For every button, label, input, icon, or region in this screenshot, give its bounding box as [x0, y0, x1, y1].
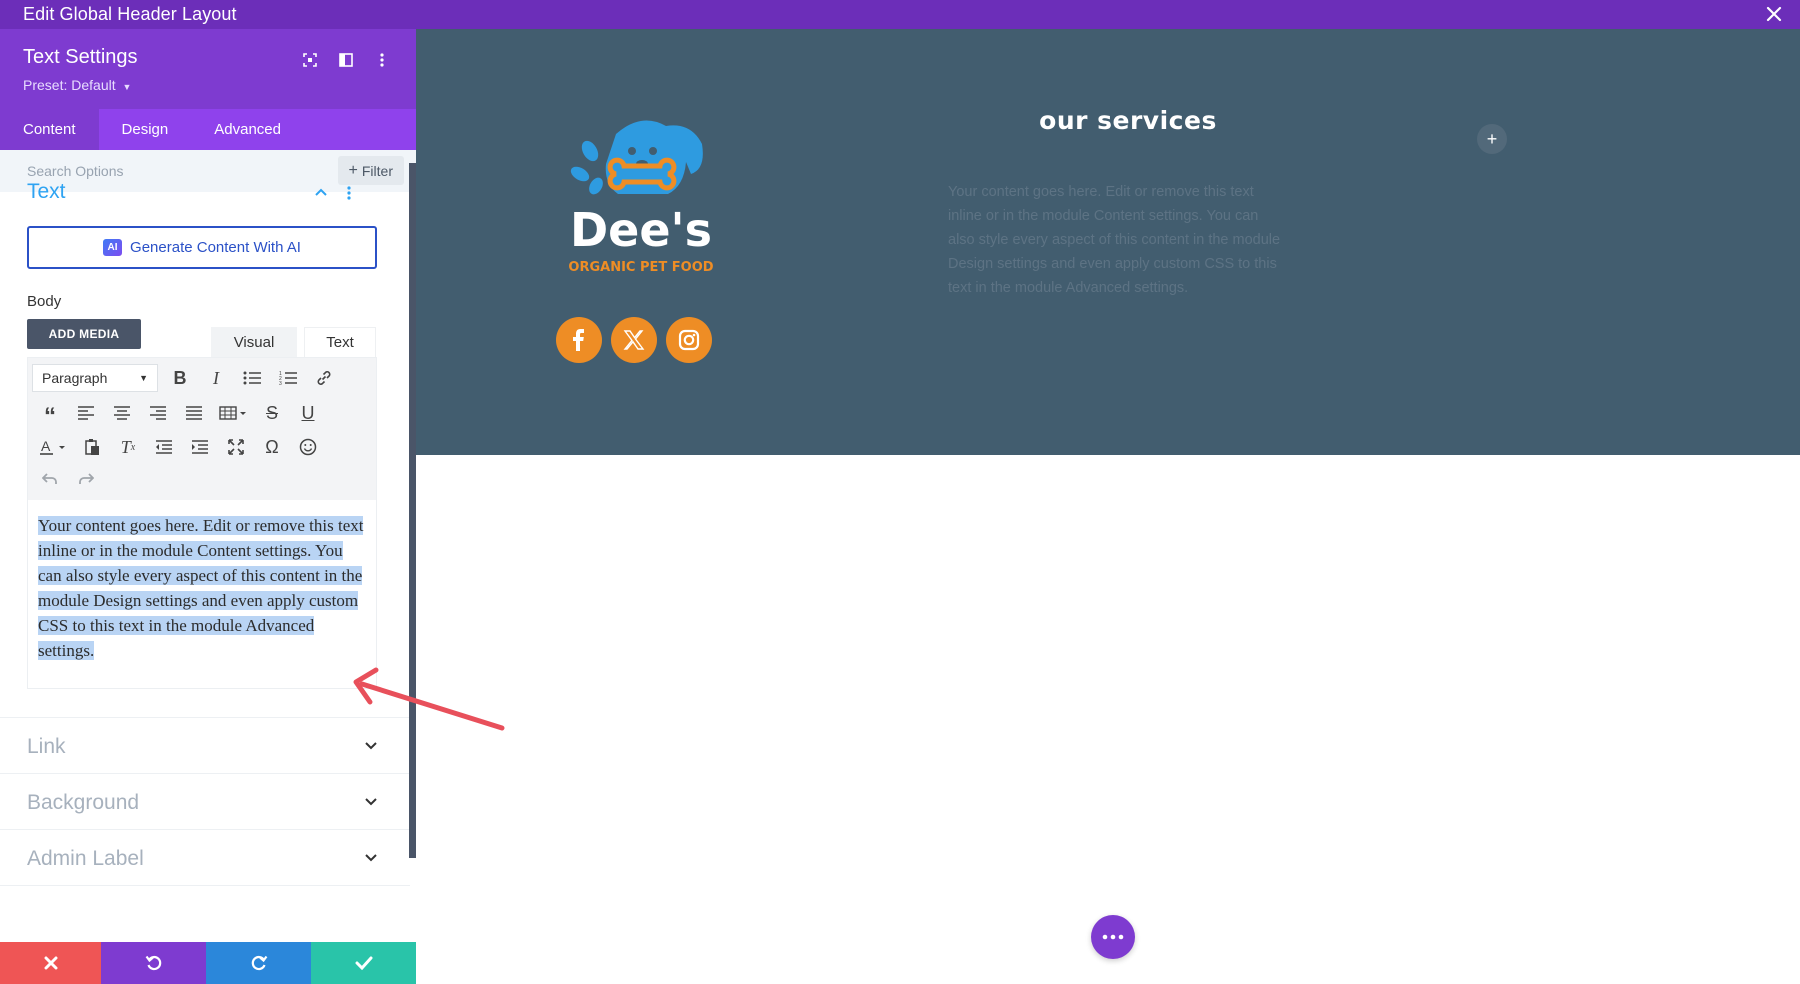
ai-icon: AI	[103, 239, 123, 256]
fullscreen-icon[interactable]	[300, 50, 320, 70]
strikethrough-icon[interactable]: S	[254, 398, 290, 428]
page-options-button[interactable]	[1091, 915, 1135, 959]
social-icons	[556, 317, 712, 363]
generate-ai-button[interactable]: AI Generate Content With AI	[27, 226, 377, 269]
section-title-text[interactable]: Text	[27, 180, 66, 204]
section-admin-label[interactable]: Admin Label	[0, 830, 410, 886]
add-module-button[interactable]: +	[1477, 124, 1507, 154]
discard-button[interactable]	[0, 942, 101, 984]
italic-icon[interactable]: I	[198, 363, 234, 393]
facebook-icon[interactable]	[556, 317, 602, 363]
more-options-icon[interactable]	[372, 50, 392, 70]
justify-icon[interactable]	[176, 398, 212, 428]
svg-text:3: 3	[279, 381, 282, 386]
section-title-link: Link	[27, 735, 66, 758]
special-character-icon[interactable]: Ω	[254, 432, 290, 462]
preset-label: Preset: Default	[23, 77, 116, 93]
generate-ai-label: Generate Content With AI	[130, 239, 301, 256]
format-select[interactable]: Paragraph ▼	[32, 364, 158, 392]
dees-logo[interactable]: Dee's ORGANIC PET FOOD	[556, 114, 726, 284]
caret-down-icon: ▼	[122, 82, 132, 92]
redo-icon[interactable]	[68, 464, 104, 494]
settings-scroll-area: Text AI Generate Content With AI Body AD…	[0, 163, 410, 943]
emoji-icon[interactable]	[290, 432, 326, 462]
more-horizontal-icon	[1102, 934, 1124, 940]
undo-icon[interactable]	[32, 464, 68, 494]
header-section[interactable]: Dee's ORGANIC PET FOOD our services Your…	[416, 29, 1800, 455]
tab-advanced[interactable]: Advanced	[191, 109, 304, 150]
editor-content[interactable]: Your content goes here. Edit or remove t…	[38, 513, 368, 663]
top-bar: Edit Global Header Layout	[0, 0, 1800, 29]
undo-icon	[145, 955, 161, 971]
close-icon[interactable]	[1762, 2, 1786, 26]
services-text[interactable]: Your content goes here. Edit or remove t…	[948, 180, 1288, 300]
panel-footer	[0, 942, 416, 984]
layout-title: Edit Global Header Layout	[23, 4, 237, 24]
format-select-value: Paragraph	[42, 370, 108, 386]
panel-title: Text Settings	[23, 46, 138, 68]
chevron-up-icon[interactable]	[314, 185, 328, 204]
services-heading[interactable]: our services	[1028, 106, 1228, 135]
outdent-icon[interactable]	[146, 432, 182, 462]
x-twitter-icon[interactable]	[611, 317, 657, 363]
checkmark-icon	[355, 956, 372, 970]
clear-formatting-icon[interactable]: Tx	[110, 432, 146, 462]
redo-button[interactable]	[206, 942, 311, 984]
underline-icon[interactable]: U	[290, 398, 326, 428]
paste-text-icon[interactable]	[74, 432, 110, 462]
text-section: Text AI Generate Content With AI Body AD…	[0, 163, 410, 718]
instagram-icon[interactable]	[666, 317, 712, 363]
align-center-icon[interactable]	[104, 398, 140, 428]
svg-text:A: A	[41, 438, 51, 454]
editor-tab-visual[interactable]: Visual	[211, 327, 297, 357]
align-right-icon[interactable]	[140, 398, 176, 428]
chevron-down-icon	[364, 794, 380, 810]
panel-scrollbar[interactable]	[409, 163, 416, 858]
settings-tabs: Content Design Advanced	[0, 109, 416, 150]
bold-icon[interactable]: B	[162, 363, 198, 393]
editor-toolbar: Paragraph ▼ B I 123 “ S U A T x Ω	[28, 358, 376, 500]
caret-down-icon: ▼	[139, 373, 148, 383]
link-icon[interactable]	[306, 363, 342, 393]
split-view-icon[interactable]	[336, 50, 356, 70]
section-title-background: Background	[27, 791, 140, 814]
builder-canvas: Dee's ORGANIC PET FOOD our services Your…	[416, 29, 1800, 984]
indent-icon[interactable]	[182, 432, 218, 462]
preset-dropdown[interactable]: Preset: Default ▼	[23, 77, 131, 93]
panel-header: Text Settings Preset: Default ▼	[0, 29, 416, 109]
undo-button[interactable]	[101, 942, 206, 984]
bullet-list-icon[interactable]	[234, 363, 270, 393]
section-menu-icon[interactable]	[346, 185, 352, 206]
expand-icon[interactable]	[218, 432, 254, 462]
logo-tagline: ORGANIC PET FOOD	[568, 260, 713, 275]
save-button[interactable]	[311, 942, 416, 984]
body-label: Body	[27, 293, 62, 310]
chevron-down-icon	[364, 850, 380, 866]
close-icon	[44, 956, 57, 970]
align-left-icon[interactable]	[68, 398, 104, 428]
editor-tab-text[interactable]: Text	[304, 327, 376, 357]
numbered-list-icon[interactable]: 123	[270, 363, 306, 393]
section-title-admin-label: Admin Label	[27, 847, 144, 870]
logo-name: Dee's	[570, 203, 712, 257]
chevron-down-icon	[364, 738, 380, 754]
plus-icon: +	[1486, 128, 1498, 149]
tab-content[interactable]: Content	[0, 109, 99, 150]
blockquote-icon[interactable]: “	[32, 398, 68, 430]
selected-text: Your content goes here. Edit or remove t…	[38, 516, 364, 660]
rich-text-editor: Paragraph ▼ B I 123 “ S U A T x Ω Your c…	[27, 357, 377, 689]
section-link[interactable]: Link	[0, 718, 410, 774]
add-media-button[interactable]: ADD MEDIA	[27, 319, 141, 349]
tab-design[interactable]: Design	[99, 109, 192, 150]
section-background[interactable]: Background	[0, 774, 410, 830]
text-color-icon[interactable]: A	[32, 432, 74, 462]
redo-icon	[251, 955, 267, 971]
table-icon[interactable]	[212, 398, 254, 428]
